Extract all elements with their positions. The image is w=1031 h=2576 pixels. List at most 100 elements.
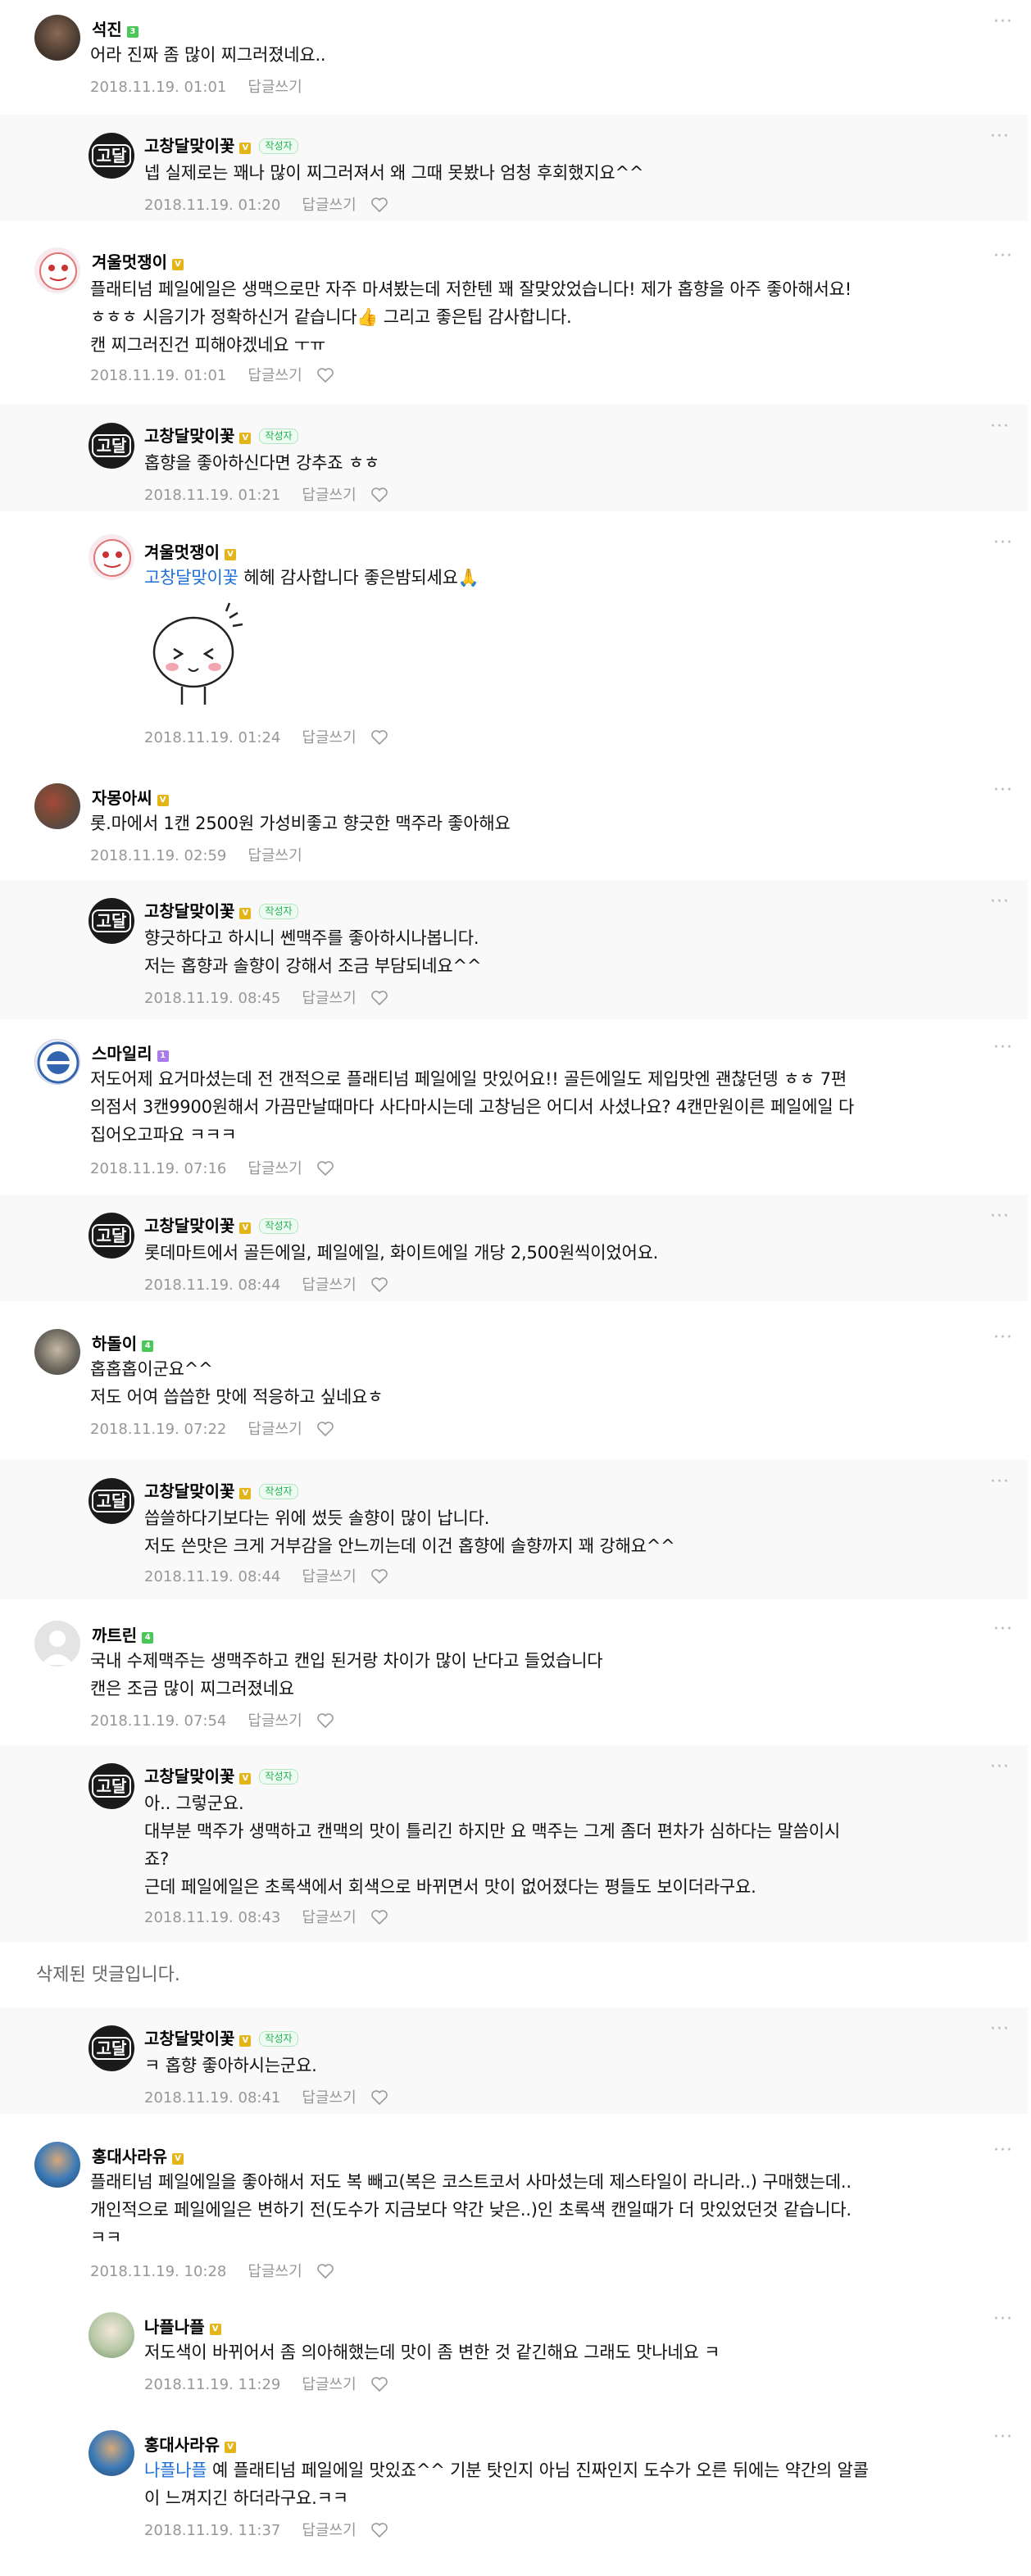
comment-author[interactable]: 나플나플 V — [144, 2314, 221, 2338]
reply-button[interactable]: 답글쓰기 — [302, 197, 356, 214]
avatar[interactable] — [34, 2142, 80, 2188]
avatar[interactable]: 고달 — [89, 133, 134, 179]
mention-link[interactable]: 고창달맞이꽃 — [144, 568, 238, 587]
heart-icon[interactable] — [370, 1569, 388, 1588]
heart-icon[interactable] — [316, 1161, 334, 1180]
reply-button[interactable]: 답글쓰기 — [248, 1160, 302, 1177]
level-badge: V — [239, 433, 252, 444]
heart-icon[interactable] — [370, 488, 388, 506]
comment-author[interactable]: 고창달맞이꽃 V 작성자 — [144, 1478, 298, 1502]
comment-item: 자몽아씨 V 롯.마에서 1캔 2500원 가성비좋고 향긋한 맥주라 좋아해요 … — [0, 767, 1031, 877]
more-options-button[interactable]: ··· — [993, 2427, 1013, 2447]
comment-author[interactable]: 고창달맞이꽃 V 작성자 — [144, 133, 298, 156]
heart-icon[interactable] — [370, 2090, 388, 2109]
reply-item: 고달 고창달맞이꽃 V 작성자 향긋하다고 하시니 쎈맥주를 좋아하시나봅니다. 저… — [0, 880, 1028, 1019]
comment-meta: 2018.11.19. 07:22 답글쓰기 — [90, 1417, 334, 1440]
avatar[interactable] — [89, 534, 134, 580]
more-options-button[interactable]: ··· — [990, 1757, 1010, 1777]
heart-icon[interactable] — [316, 1422, 334, 1440]
comment-author[interactable]: 고창달맞이꽃 V 작성자 — [144, 1763, 298, 1787]
comment-author[interactable]: 스마일리 1 — [92, 1041, 169, 1064]
reply-button[interactable]: 답글쓰기 — [248, 847, 302, 864]
comment-meta: 2018.11.19. 08:44 답글쓰기 — [144, 1273, 388, 1296]
reply-button[interactable]: 답글쓰기 — [302, 2089, 356, 2107]
avatar[interactable] — [34, 1621, 80, 1667]
comment-author[interactable]: 홍대사라유 V — [144, 2432, 236, 2456]
comment-author[interactable]: 고창달맞이꽃 V 작성자 — [144, 1213, 298, 1236]
comment-author[interactable]: 홍대사라유 V — [92, 2143, 184, 2167]
reply-button[interactable]: 답글쓰기 — [302, 2376, 356, 2393]
comment-author[interactable]: 고창달맞이꽃 V 작성자 — [144, 898, 298, 922]
comment-meta: 2018.11.19. 07:54 답글쓰기 — [90, 1709, 334, 1732]
reply-button[interactable]: 답글쓰기 — [248, 79, 302, 96]
heart-icon[interactable] — [316, 368, 334, 387]
reply-button[interactable]: 답글쓰기 — [248, 1421, 302, 1438]
comment-date: 2018.11.19. 08:41 — [144, 2089, 281, 2107]
comment-author[interactable]: 까트린 4 — [92, 1622, 154, 1646]
comment-date: 2018.11.19. 10:28 — [90, 2263, 227, 2280]
avatar[interactable]: 고달 — [89, 898, 134, 944]
level-badge: V — [239, 908, 252, 919]
more-options-button[interactable]: ··· — [990, 416, 1010, 437]
comment-author[interactable]: 겨울멋쟁이 V — [144, 539, 236, 563]
comment-author[interactable]: 고창달맞이꽃 V 작성자 — [144, 2025, 298, 2049]
reply-button[interactable]: 답글쓰기 — [302, 1568, 356, 1585]
heart-icon[interactable] — [370, 2523, 388, 2542]
avatar[interactable] — [34, 247, 80, 293]
comment-date: 2018.11.19. 08:43 — [144, 1909, 281, 1926]
more-options-button[interactable]: ··· — [993, 780, 1013, 800]
heart-icon[interactable] — [370, 2377, 388, 2396]
heart-icon[interactable] — [370, 991, 388, 1009]
more-options-button[interactable]: ··· — [990, 1206, 1010, 1227]
avatar[interactable]: 고달 — [89, 1213, 134, 1259]
more-options-button[interactable]: ··· — [993, 246, 1013, 266]
reply-button[interactable]: 답글쓰기 — [302, 729, 356, 746]
avatar[interactable]: 고달 — [89, 1478, 134, 1524]
heart-icon[interactable] — [316, 1713, 334, 1732]
more-options-button[interactable]: ··· — [993, 2140, 1013, 2161]
reply-button[interactable]: 답글쓰기 — [302, 1277, 356, 1294]
avatar[interactable]: 고달 — [89, 1763, 134, 1809]
avatar[interactable] — [34, 783, 80, 829]
comment-author[interactable]: 자몽아씨 V — [92, 785, 169, 809]
comment-author[interactable]: 석진 3 — [92, 16, 139, 40]
more-options-button[interactable]: ··· — [990, 2019, 1010, 2039]
comment-author[interactable]: 겨울멋쟁이 V — [92, 249, 184, 273]
reply-button[interactable]: 답글쓰기 — [302, 990, 356, 1007]
heart-icon[interactable] — [370, 1277, 388, 1296]
reply-button[interactable]: 답글쓰기 — [248, 1712, 302, 1730]
comment-text: 나플나플 예 플래티넘 페일에일 맛있죠^^ 기분 탓인지 아님 진짜인지 도수… — [144, 2460, 869, 2508]
level-badge: V — [225, 2442, 236, 2453]
writer-tag: 작성자 — [259, 1218, 298, 1234]
reply-button[interactable]: 답글쓰기 — [302, 487, 356, 504]
mention-link[interactable]: 나플나플 — [144, 2460, 207, 2480]
more-options-button[interactable]: ··· — [993, 1327, 1013, 1348]
more-options-button[interactable]: ··· — [993, 11, 1013, 32]
avatar[interactable] — [34, 1039, 80, 1085]
reply-button[interactable]: 답글쓰기 — [248, 367, 302, 384]
avatar[interactable] — [34, 15, 80, 61]
reply-button[interactable]: 답글쓰기 — [248, 2263, 302, 2280]
heart-icon[interactable] — [370, 197, 388, 216]
reply-button[interactable]: 답글쓰기 — [302, 2522, 356, 2539]
heart-icon[interactable] — [370, 1910, 388, 1929]
more-options-button[interactable]: ··· — [993, 2309, 1013, 2329]
more-options-button[interactable]: ··· — [993, 533, 1013, 553]
logo-icon: 고달 — [91, 1224, 132, 1247]
heart-icon[interactable] — [370, 730, 388, 749]
more-options-button[interactable]: ··· — [993, 1037, 1013, 1058]
comment-text: 롯데마트에서 골든에일, 페일에일, 화이트에일 개당 2,500원씩이었어요. — [144, 1243, 659, 1263]
avatar[interactable]: 고달 — [89, 423, 134, 469]
more-options-button[interactable]: ··· — [990, 126, 1010, 147]
reply-button[interactable]: 답글쓰기 — [302, 1909, 356, 1926]
more-options-button[interactable]: ··· — [990, 891, 1010, 912]
avatar[interactable] — [34, 1329, 80, 1375]
avatar[interactable] — [89, 2312, 134, 2358]
more-options-button[interactable]: ··· — [990, 1472, 1010, 1492]
avatar[interactable]: 고달 — [89, 2025, 134, 2071]
more-options-button[interactable]: ··· — [993, 1619, 1013, 1639]
heart-icon[interactable] — [316, 2264, 334, 2283]
comment-author[interactable]: 하돌이 4 — [92, 1331, 154, 1354]
avatar[interactable] — [89, 2430, 134, 2476]
comment-author[interactable]: 고창달맞이꽃 V 작성자 — [144, 423, 298, 447]
